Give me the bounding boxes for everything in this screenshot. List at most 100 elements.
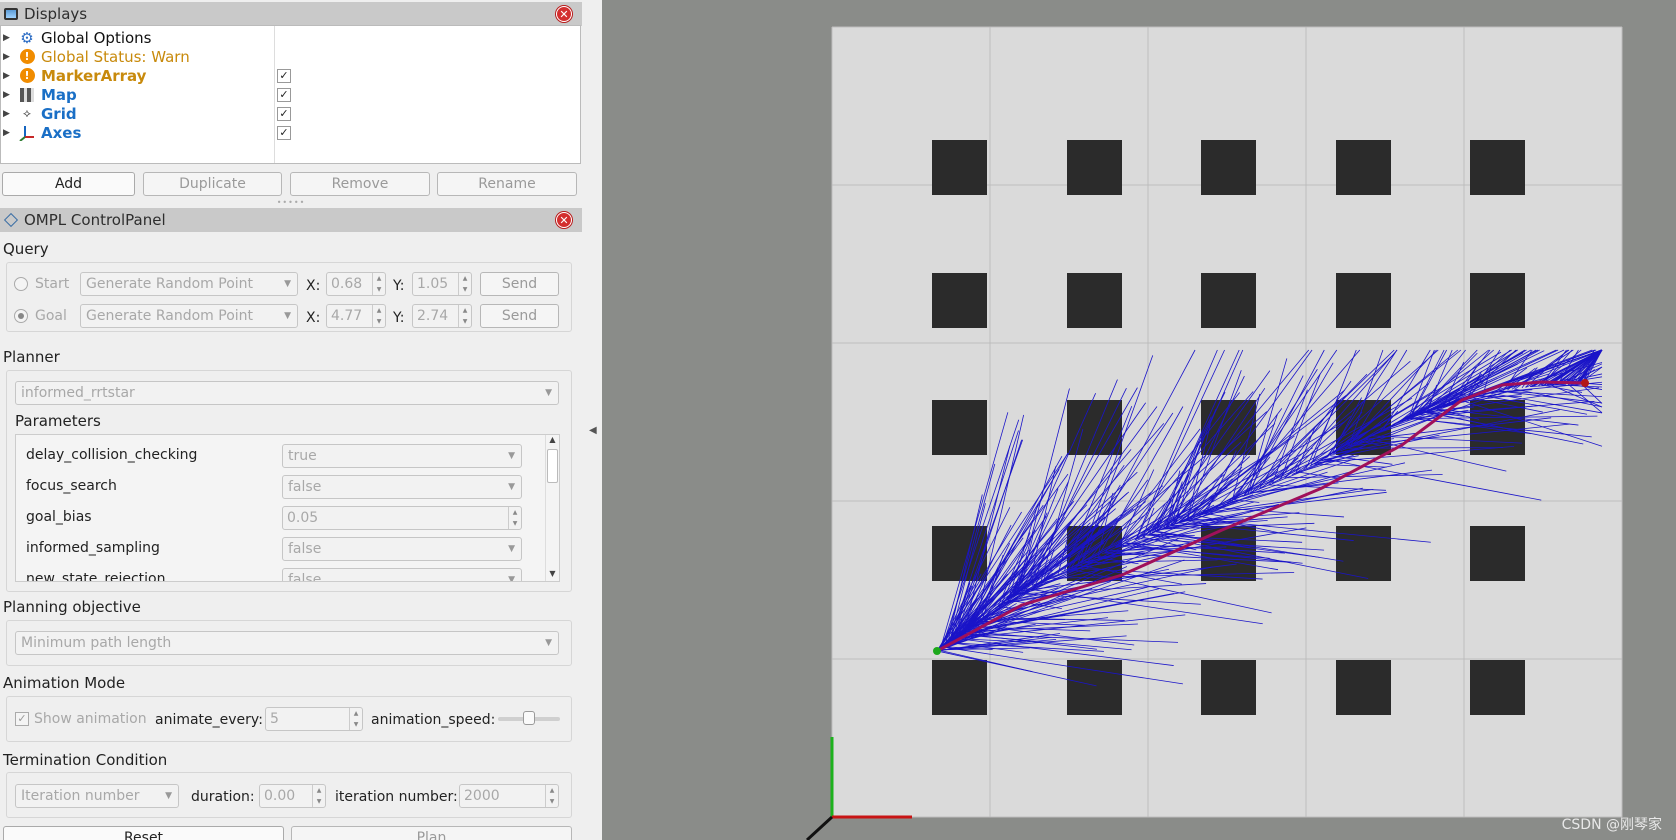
tree-edge xyxy=(1345,447,1503,449)
expand-arrow-icon[interactable]: ▶ xyxy=(3,128,10,138)
enabled-checkbox[interactable]: ✓ xyxy=(277,87,291,102)
animate-every-input[interactable]: 5 ▲ ▼ xyxy=(265,707,363,731)
show-animation-label: Show animation xyxy=(34,711,147,727)
resize-handle[interactable]: ••••• xyxy=(277,198,306,207)
start-mode-select[interactable]: Generate Random Point ▼ xyxy=(80,272,298,296)
param-value: 0.05 xyxy=(287,510,319,526)
display-item-map[interactable]: ▶ Map ✓ xyxy=(1,85,581,104)
goal-x-label: X: xyxy=(306,310,321,326)
objective-value: Minimum path length xyxy=(21,635,172,651)
obstacle xyxy=(1067,660,1122,715)
expand-arrow-icon[interactable]: ▶ xyxy=(3,71,10,81)
obstacle xyxy=(1470,526,1525,581)
iteration-number-input[interactable]: 2000 ▲ ▼ xyxy=(459,784,559,808)
map-icon xyxy=(19,87,35,103)
spin-arrows-icon[interactable]: ▲ ▼ xyxy=(508,507,521,529)
parameters-table: delay_collision_checking true ▼ focus_searc… xyxy=(15,434,560,582)
obstacle xyxy=(1067,140,1122,195)
expand-arrow-icon[interactable]: ▶ xyxy=(3,90,10,100)
planner-label: Planner xyxy=(3,348,60,366)
spin-arrows-icon[interactable]: ▲ ▼ xyxy=(372,305,385,327)
goal-y-input[interactable]: 2.74 ▲ ▼ xyxy=(412,304,472,328)
warning-icon: ! xyxy=(19,49,35,65)
goal-send-button[interactable]: Send xyxy=(480,304,559,328)
termination-label: Termination Condition xyxy=(3,751,168,769)
obstacle xyxy=(1336,526,1391,581)
display-item-markerarray[interactable]: ▶! MarkerArray ✓ xyxy=(1,66,581,85)
param-value-select[interactable]: false ▼ xyxy=(282,537,522,561)
close-icon[interactable]: ✕ xyxy=(556,212,572,228)
param-value-select[interactable]: false ▼ xyxy=(282,475,522,499)
parameters-label: Parameters xyxy=(15,412,101,430)
expand-arrow-icon[interactable]: ▶ xyxy=(3,52,10,62)
obstacle xyxy=(1470,140,1525,195)
obstacle xyxy=(1201,660,1256,715)
duplicate-button[interactable]: Duplicate xyxy=(143,172,282,196)
obstacle xyxy=(1470,660,1525,715)
monitor-icon xyxy=(4,8,18,20)
enabled-checkbox[interactable]: ✓ xyxy=(277,106,291,121)
query-label: Query xyxy=(3,240,49,258)
goal-radio[interactable] xyxy=(14,309,28,323)
chevron-down-icon: ▼ xyxy=(508,482,515,492)
expand-arrow-icon[interactable]: ▶ xyxy=(3,33,10,43)
param-value: true xyxy=(288,448,317,464)
scroll-up-icon[interactable]: ▲ xyxy=(546,435,559,447)
collapse-arrow-icon[interactable]: ◀ xyxy=(589,425,597,436)
goal-x-input[interactable]: 4.77 ▲ ▼ xyxy=(326,304,386,328)
scroll-down-icon[interactable]: ▼ xyxy=(546,569,559,581)
objective-select[interactable]: Minimum path length ▼ xyxy=(15,631,559,655)
show-animation-checkbox[interactable]: ✓ xyxy=(15,712,29,726)
parameters-scrollbar[interactable]: ▲ ▼ xyxy=(545,435,559,581)
termination-mode-select[interactable]: Iteration number ▼ xyxy=(15,784,179,808)
render-viewport[interactable]: CSDN @刚琴家 xyxy=(602,0,1676,840)
iteration-number-value: 2000 xyxy=(464,788,500,804)
enabled-checkbox[interactable]: ✓ xyxy=(277,125,291,140)
param-value-select[interactable]: true ▼ xyxy=(282,444,522,468)
param-value: false xyxy=(288,479,322,495)
obstacle xyxy=(1336,140,1391,195)
start-x-input[interactable]: 0.68 ▲ ▼ xyxy=(326,272,386,296)
plan-button[interactable]: Plan xyxy=(291,826,572,840)
spin-arrows-icon[interactable]: ▲ ▼ xyxy=(349,708,362,730)
planner-select[interactable]: informed_rrtstar ▼ xyxy=(15,381,559,405)
objective-label: Planning objective xyxy=(3,598,141,616)
animation-speed-label: animation_speed: xyxy=(371,712,496,728)
close-icon[interactable]: ✕ xyxy=(556,6,572,22)
display-item-global-status-warn[interactable]: ▶! Global Status: Warn xyxy=(1,47,581,66)
panel-splitter[interactable]: ◀ xyxy=(582,0,602,840)
goal-x-value: 4.77 xyxy=(331,308,363,324)
reset-button[interactable]: Reset xyxy=(3,826,284,840)
display-item-grid[interactable]: ▶ ⟡ Grid ✓ xyxy=(1,104,581,123)
param-value-input[interactable]: 0.05 ▲ ▼ xyxy=(282,506,522,530)
display-item-axes[interactable]: ▶ Axes ✓ xyxy=(1,123,581,142)
goal-y-label: Y: xyxy=(393,310,405,326)
expand-arrow-icon[interactable]: ▶ xyxy=(3,109,10,119)
spin-arrows-icon[interactable]: ▲ ▼ xyxy=(458,273,471,295)
add-button[interactable]: Add xyxy=(2,172,135,196)
param-value-select[interactable]: false ▼ xyxy=(282,568,522,582)
duration-input[interactable]: 0.00 ▲ ▼ xyxy=(259,784,326,808)
slider-knob[interactable] xyxy=(523,711,535,725)
scroll-thumb[interactable] xyxy=(547,449,558,483)
spin-arrows-icon[interactable]: ▲ ▼ xyxy=(458,305,471,327)
enabled-checkbox[interactable]: ✓ xyxy=(277,68,291,83)
goal-marker xyxy=(1581,379,1589,387)
start-y-label: Y: xyxy=(393,278,405,294)
chevron-down-icon: ▼ xyxy=(508,575,515,582)
animation-speed-slider[interactable] xyxy=(498,711,560,725)
start-radio[interactable] xyxy=(14,277,28,291)
spin-arrows-icon[interactable]: ▲ ▼ xyxy=(372,273,385,295)
display-item-global-options[interactable]: ▶ ⚙ Global Options xyxy=(1,28,581,47)
goal-y-value: 2.74 xyxy=(417,308,449,324)
spin-arrows-icon[interactable]: ▲ ▼ xyxy=(312,785,325,807)
rename-button[interactable]: Rename xyxy=(437,172,577,196)
display-item-label: MarkerArray xyxy=(41,66,147,85)
spin-arrows-icon[interactable]: ▲ ▼ xyxy=(545,785,558,807)
duration-value: 0.00 xyxy=(264,788,296,804)
start-y-input[interactable]: 1.05 ▲ ▼ xyxy=(412,272,472,296)
remove-button[interactable]: Remove xyxy=(290,172,430,196)
start-send-button[interactable]: Send xyxy=(480,272,559,296)
goal-mode-select[interactable]: Generate Random Point ▼ xyxy=(80,304,298,328)
displays-title: Displays xyxy=(24,5,88,23)
